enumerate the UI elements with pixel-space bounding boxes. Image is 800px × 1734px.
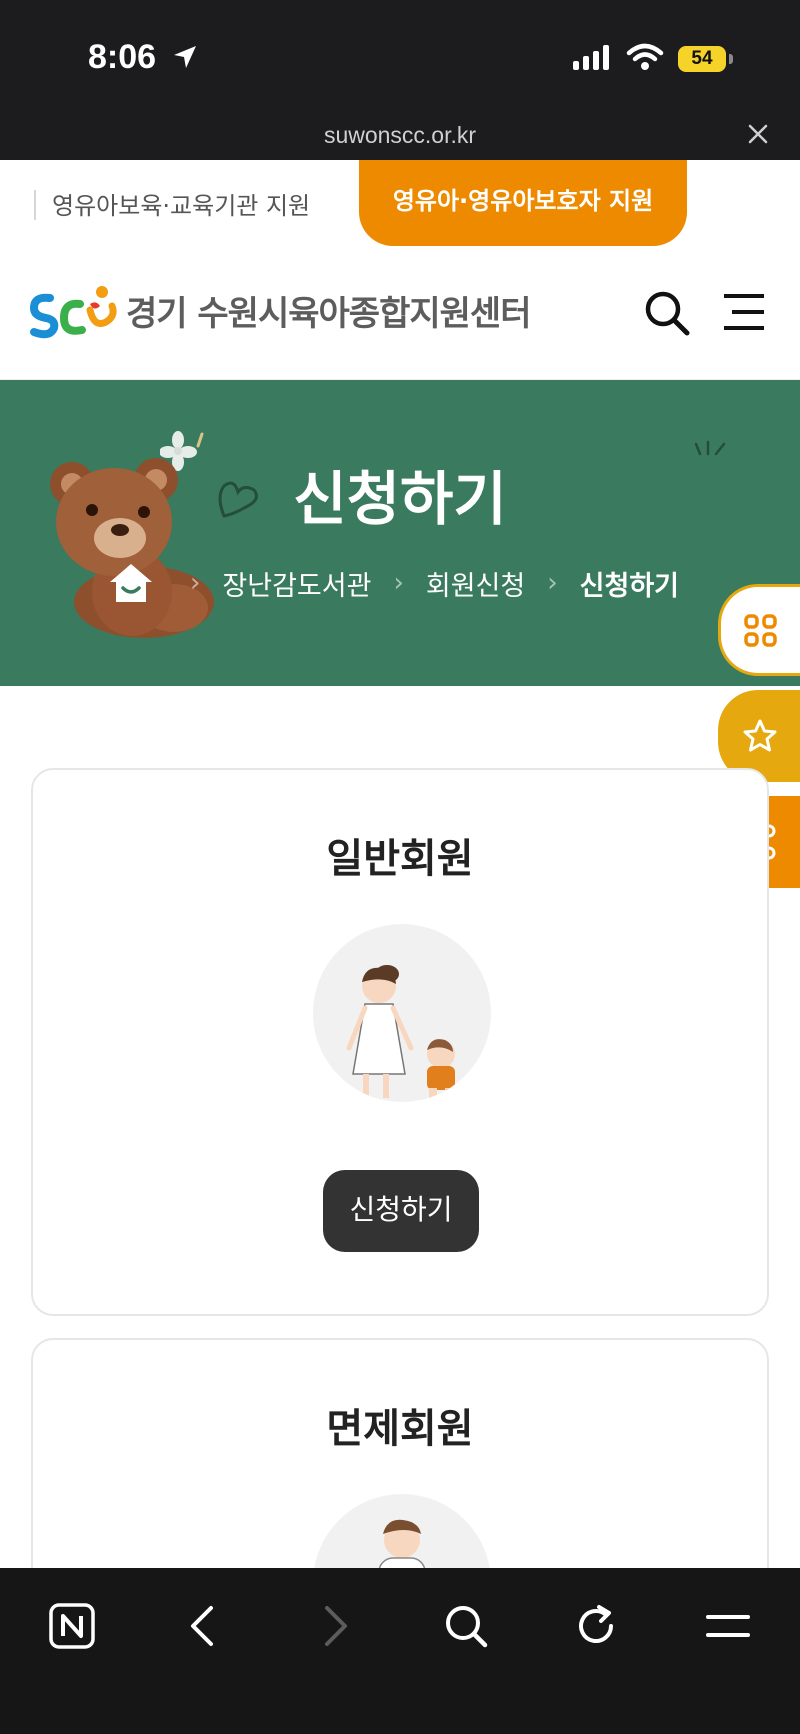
location-arrow-icon bbox=[174, 46, 196, 68]
search-button[interactable] bbox=[436, 1598, 496, 1654]
wifi-icon bbox=[626, 43, 664, 70]
home-icon[interactable] bbox=[108, 562, 154, 604]
battery-indicator: 54 bbox=[678, 46, 726, 72]
mother-child-illustration bbox=[313, 924, 491, 1102]
breadcrumb-toy-library[interactable]: 장난감도서관 bbox=[222, 564, 371, 603]
back-button[interactable] bbox=[172, 1598, 232, 1654]
site-header: 경기 수원시육아종합지원센터 bbox=[0, 246, 800, 380]
grid-icon bbox=[744, 614, 777, 647]
card-title: 면제회원 bbox=[326, 1406, 474, 1452]
clock: 8:06 bbox=[88, 38, 157, 76]
search-icon[interactable] bbox=[642, 288, 692, 338]
star-icon bbox=[743, 719, 777, 752]
page-hero-banner: 신청하기 › 장난감도서관 › 회원신청 › 신청하기 bbox=[0, 380, 800, 686]
site-top-links: 영유아보육·교육기관 지원 영유아·영유아보호자 지원 bbox=[0, 160, 800, 246]
naver-n-icon bbox=[49, 1603, 95, 1649]
address-bar-url[interactable]: suwonscc.or.kr bbox=[0, 122, 800, 149]
back-arrow-icon bbox=[191, 1606, 213, 1646]
membership-card-general: 일반회원 신청하기 bbox=[31, 768, 769, 1316]
browser-toolbar bbox=[0, 1568, 800, 1734]
chevron-right-icon: › bbox=[393, 568, 404, 598]
cellular-signal-icon bbox=[573, 44, 609, 70]
battery-tip bbox=[729, 54, 733, 64]
browser-menu-button[interactable] bbox=[698, 1598, 758, 1654]
forward-arrow-icon bbox=[325, 1606, 347, 1646]
chevron-right-icon: › bbox=[190, 568, 201, 598]
link-childcare-institution-support[interactable]: 영유아보육·교육기관 지원 bbox=[52, 186, 310, 221]
apply-button[interactable]: 신청하기 bbox=[323, 1170, 479, 1252]
breadcrumb-member-application[interactable]: 회원신청 bbox=[426, 564, 525, 603]
naver-home-button[interactable] bbox=[42, 1598, 102, 1654]
breadcrumb-current: 신청하기 bbox=[579, 570, 680, 602]
breadcrumb: › 장난감도서관 › 회원신청 › 신청하기 bbox=[108, 562, 679, 604]
hamburger-menu-icon[interactable] bbox=[724, 292, 768, 332]
site-name[interactable]: 경기 수원시육아종합지원센터 bbox=[126, 286, 531, 335]
refresh-icon bbox=[579, 1605, 613, 1643]
search-icon bbox=[446, 1606, 488, 1648]
card-title: 일반회원 bbox=[326, 836, 474, 882]
status-bar: 8:06 54 suwonscc.or.kr bbox=[0, 0, 800, 160]
scc-logo-icon[interactable] bbox=[28, 282, 120, 344]
divider bbox=[34, 190, 36, 220]
page-title: 신청하기 bbox=[293, 465, 507, 533]
menu-icon bbox=[706, 1615, 750, 1637]
link-infant-guardian-support[interactable]: 영유아·영유아보호자 지원 bbox=[359, 160, 687, 246]
quick-menu-button[interactable] bbox=[718, 584, 800, 676]
close-icon[interactable] bbox=[746, 122, 770, 146]
refresh-button[interactable] bbox=[566, 1598, 626, 1654]
forward-button[interactable] bbox=[306, 1598, 366, 1654]
chevron-right-icon: › bbox=[547, 568, 558, 598]
